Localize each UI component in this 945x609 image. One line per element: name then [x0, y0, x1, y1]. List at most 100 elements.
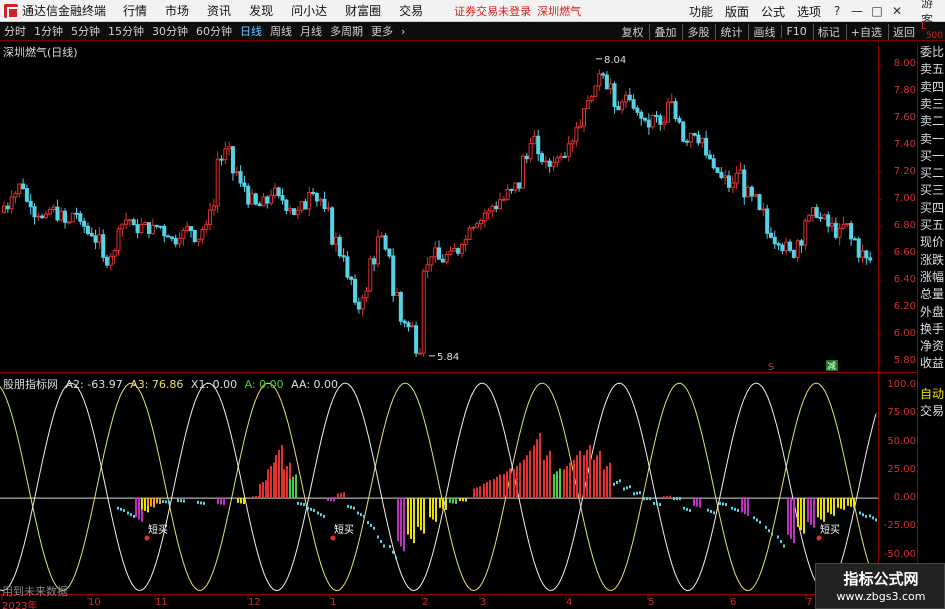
- period-60min[interactable]: 60分钟: [196, 23, 232, 39]
- period-1min[interactable]: 1分钟: [34, 23, 63, 39]
- menu-item-market[interactable]: 市场: [165, 2, 189, 19]
- restore-rights-button[interactable]: 复权: [621, 24, 643, 40]
- indicator-dot: [307, 506, 309, 510]
- high-label: 8.04: [604, 55, 626, 66]
- side-item-6[interactable]: 买一: [918, 148, 945, 165]
- indicator-bar: [333, 498, 335, 502]
- side-item-18[interactable]: 收益: [918, 355, 945, 372]
- side-item-0[interactable]: 委比: [918, 44, 945, 61]
- candle-body: [288, 208, 293, 211]
- draw-line-button[interactable]: 画线: [748, 23, 775, 40]
- menu-item-function[interactable]: 功能: [689, 3, 713, 20]
- buy-signal-dot: [330, 535, 336, 541]
- period-15min[interactable]: 15分钟: [108, 23, 144, 39]
- price-tick-5: 7.00: [893, 193, 916, 205]
- menu-item-trade[interactable]: 交易: [399, 2, 423, 19]
- date-label-6: 3: [480, 597, 487, 608]
- minimize-icon[interactable]: —: [847, 4, 867, 18]
- candle-body: [707, 154, 712, 160]
- multi-stock-button[interactable]: 多股: [682, 23, 709, 40]
- candle-body: [139, 223, 144, 234]
- side-item-15[interactable]: 外盘: [918, 304, 945, 321]
- candle-body: [223, 148, 228, 161]
- close-icon[interactable]: ✕: [887, 4, 907, 18]
- menu-item-formula[interactable]: 公式: [761, 3, 785, 20]
- period-multi[interactable]: 多周期: [330, 23, 363, 39]
- side-item-5[interactable]: 卖一: [918, 131, 945, 148]
- period-monthly[interactable]: 月线: [300, 23, 322, 39]
- mark-button[interactable]: 标记: [812, 23, 840, 40]
- side-item-11[interactable]: 现价: [918, 234, 945, 251]
- indicator-bar: [452, 498, 454, 504]
- candle-body: [272, 187, 277, 196]
- indicator-dot: [203, 501, 205, 505]
- candle-body: [536, 135, 541, 155]
- period-more[interactable]: 更多: [371, 23, 393, 39]
- indicator-bar: [449, 498, 451, 503]
- indicator-tick-3: 25.00: [887, 463, 916, 475]
- side-item-12[interactable]: 涨跌: [918, 252, 945, 269]
- statistics-button[interactable]: 统计: [715, 23, 742, 40]
- indicator-bar: [150, 498, 152, 507]
- side-item-3[interactable]: 卖三: [918, 96, 945, 113]
- indicator-bar: [138, 498, 140, 520]
- back-button[interactable]: 返回: [888, 23, 915, 40]
- side-item-1[interactable]: 卖五: [918, 61, 945, 78]
- side-item-17[interactable]: 净资: [918, 338, 945, 355]
- candle-body: [498, 199, 503, 210]
- f10-button[interactable]: F10: [781, 25, 807, 38]
- indicator-dot: [683, 506, 685, 510]
- candle-body: [616, 106, 621, 111]
- indicator-bar: [549, 450, 551, 499]
- indicator-tick-1: 75.00: [887, 407, 916, 419]
- side-lower-1[interactable]: 交易: [918, 403, 945, 420]
- side-item-10[interactable]: 买五: [918, 217, 945, 234]
- menu-item-options[interactable]: 选项: [797, 3, 821, 20]
- candle-body: [5, 205, 10, 210]
- maximize-icon[interactable]: □: [867, 4, 887, 18]
- period-30min[interactable]: 30分钟: [152, 23, 188, 39]
- candle-body: [147, 222, 151, 234]
- candle-body: [551, 161, 556, 167]
- indicator-a2: A2: -63.97: [65, 378, 123, 391]
- side-item-8[interactable]: 买三: [918, 182, 945, 199]
- side-item-16[interactable]: 换手: [918, 321, 945, 338]
- period-weekly[interactable]: 周线: [270, 23, 292, 39]
- side-lower-0[interactable]: 自动: [918, 386, 945, 403]
- candle-body: [635, 107, 640, 113]
- menu-item-discover[interactable]: 发现: [249, 2, 273, 19]
- indicator-bar: [807, 498, 809, 523]
- candle-body: [364, 290, 369, 299]
- app-logo-icon: [4, 3, 19, 19]
- side-item-7[interactable]: 买二: [918, 165, 945, 182]
- period-daily[interactable]: 日线: [240, 23, 262, 39]
- side-item-13[interactable]: 涨幅: [918, 269, 945, 286]
- side-item-4[interactable]: 卖二: [918, 113, 945, 130]
- indicator-bar: [410, 498, 412, 539]
- period-5min[interactable]: 5分钟: [71, 23, 100, 39]
- overlay-button[interactable]: 叠加: [649, 23, 676, 40]
- menu-item-layout[interactable]: 版面: [725, 3, 749, 20]
- add-watchlist-button[interactable]: +自选: [845, 23, 882, 40]
- menu-item-ask[interactable]: 问小达: [291, 2, 327, 19]
- side-item-9[interactable]: 买四: [918, 200, 945, 217]
- indicator-bar: [289, 478, 291, 499]
- help-icon[interactable]: ?: [827, 4, 847, 18]
- side-item-2[interactable]: 卖四: [918, 79, 945, 96]
- indicator-dot: [360, 513, 362, 517]
- period-intraday[interactable]: 分时: [4, 23, 26, 39]
- candle-body: [509, 188, 514, 191]
- indicator-bar: [847, 498, 849, 506]
- chart-area[interactable]: 8.04 5.84 S 减 短买 短买 短买: [0, 0, 945, 609]
- side-item-14[interactable]: 总量: [918, 286, 945, 303]
- tdx-window: 通达信金融终端 行情 市场 资讯 发现 问小达 财富圈 交易 证券交易未登录 深…: [0, 0, 945, 609]
- chevron-right-icon[interactable]: ›: [401, 25, 405, 38]
- quote-side-panel: 委比 卖五 卖四 卖三 卖二 卖一 买一 买二 买三 买四 买五 现价 涨跌 涨幅 总量 外盘 换手 净资 收益自动…: [918, 44, 945, 609]
- trade-login-notice[interactable]: 证券交易未登录: [454, 3, 531, 19]
- indicator-name[interactable]: 股朋指标网: [3, 378, 58, 391]
- menu-item-quotes[interactable]: 行情: [123, 2, 147, 19]
- candle-body: [582, 108, 586, 127]
- candle-body: [589, 95, 594, 102]
- menu-item-news[interactable]: 资讯: [207, 2, 231, 19]
- menu-item-wealth[interactable]: 财富圈: [345, 2, 381, 19]
